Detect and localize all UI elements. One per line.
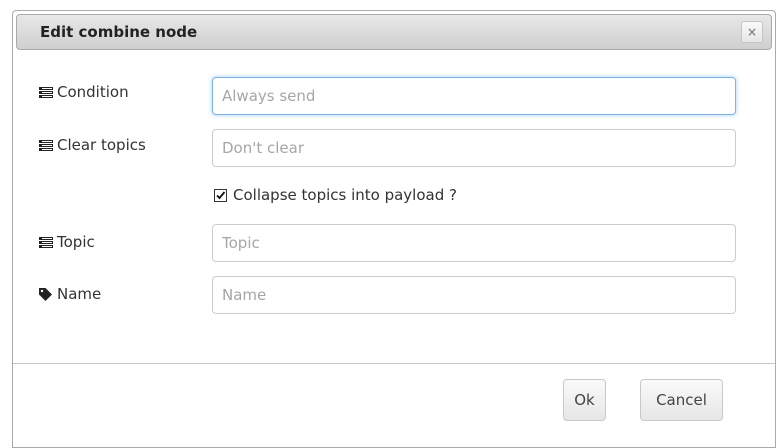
topic-label-row: Topic	[39, 233, 95, 251]
collapse-checkbox-row[interactable]: Collapse topics into payload ?	[214, 186, 457, 204]
edit-dialog: Edit combine node × Condition Clear topi…	[12, 10, 776, 448]
list-icon	[39, 86, 53, 98]
condition-input[interactable]	[212, 77, 736, 115]
tag-icon	[39, 287, 52, 301]
condition-label: Condition	[57, 83, 129, 101]
clear-topics-label: Clear topics	[57, 136, 146, 154]
topic-input[interactable]	[212, 224, 736, 262]
clear-topics-input[interactable]	[212, 129, 736, 167]
condition-label-row: Condition	[39, 83, 129, 101]
name-label: Name	[57, 285, 102, 303]
checkmark-icon	[216, 190, 226, 199]
close-button[interactable]: ×	[741, 21, 763, 43]
footer-divider	[13, 363, 775, 364]
collapse-checkbox[interactable]	[214, 188, 227, 202]
list-icon	[39, 139, 53, 151]
cancel-button[interactable]: Cancel	[640, 379, 723, 421]
name-input[interactable]	[212, 276, 736, 314]
topic-label: Topic	[57, 233, 95, 251]
name-label-row: Name	[39, 285, 101, 303]
collapse-label: Collapse topics into payload ?	[233, 186, 457, 204]
dialog-titlebar[interactable]: Edit combine node ×	[16, 14, 772, 50]
list-icon	[39, 236, 53, 248]
clear-topics-label-row: Clear topics	[39, 136, 146, 154]
close-icon: ×	[746, 25, 758, 39]
ok-button[interactable]: Ok	[563, 379, 606, 421]
dialog-title: Edit combine node	[40, 23, 198, 41]
